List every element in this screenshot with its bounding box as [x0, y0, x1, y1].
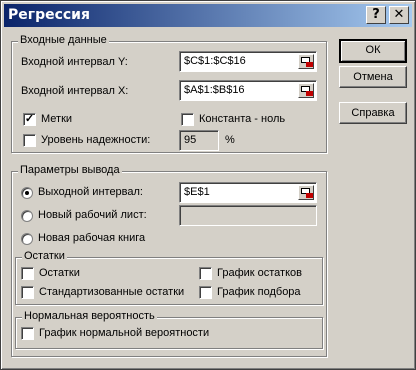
ok-button[interactable]: ОК [339, 39, 407, 63]
line-fit-plots-checkbox[interactable] [199, 286, 212, 299]
y-range-label: Входной интервал Y: [21, 56, 128, 68]
standardized-residuals-checkbox[interactable] [21, 286, 34, 299]
output-range-radio[interactable] [21, 187, 33, 199]
window-title: Регрессия [8, 7, 90, 23]
normal-probability-group-title: Нормальная вероятность [22, 310, 157, 322]
residual-plots-checkbox[interactable] [199, 267, 212, 280]
output-group-title: Параметры вывода [18, 164, 122, 176]
standardized-residuals-label: Стандартизованные остатки [39, 286, 185, 298]
new-workbook-radio[interactable] [21, 233, 33, 245]
y-range-value: $C$1:$C$16 [184, 55, 246, 67]
constant-zero-label: Константа - ноль [199, 113, 286, 125]
labels-checkbox[interactable]: ✓ [23, 113, 36, 126]
new-sheet-input[interactable] [179, 205, 317, 226]
residuals-checkbox[interactable] [21, 267, 34, 280]
confidence-level-value: 95 [184, 134, 197, 146]
line-fit-plots-label: График подбора [217, 286, 301, 298]
residuals-group-title: Остатки [22, 250, 67, 262]
confidence-level-input[interactable]: 95 [179, 130, 219, 151]
output-range-label: Выходной интервал: [38, 186, 143, 198]
residual-plots-label: График остатков [217, 267, 302, 279]
confidence-level-checkbox[interactable] [23, 134, 36, 147]
new-workbook-label: Новая рабочая книга [38, 232, 146, 244]
collapse-range-icon[interactable] [298, 185, 314, 200]
cancel-button[interactable]: Отмена [339, 66, 407, 88]
normal-probability-plot-label: График нормальной вероятности [39, 327, 210, 339]
close-icon[interactable]: ✕ [389, 6, 409, 24]
normal-probability-plot-checkbox[interactable] [21, 327, 34, 340]
constant-zero-checkbox[interactable] [181, 113, 194, 126]
collapse-range-icon[interactable] [298, 83, 314, 98]
labels-checkbox-label: Метки [41, 113, 73, 125]
confidence-unit: % [225, 134, 235, 146]
x-range-label: Входной интервал X: [21, 85, 129, 97]
help-icon[interactable]: ? [366, 6, 386, 24]
help-button[interactable]: Справка [339, 102, 407, 124]
output-range-input[interactable]: $E$1 [179, 182, 317, 203]
regression-dialog: Регрессия ? ✕ Входные данные Входной инт… [0, 0, 416, 370]
new-sheet-label: Новый рабочий лист: [38, 209, 147, 221]
input-group-title: Входные данные [18, 34, 109, 46]
y-range-input[interactable]: $C$1:$C$16 [179, 51, 317, 72]
output-range-value: $E$1 [184, 186, 210, 198]
new-sheet-radio[interactable] [21, 210, 33, 222]
collapse-range-icon[interactable] [298, 54, 314, 69]
x-range-value: $A$1:$B$16 [184, 84, 245, 96]
title-bar: Регрессия ? ✕ [4, 4, 412, 27]
confidence-level-label: Уровень надежности: [41, 134, 151, 146]
x-range-input[interactable]: $A$1:$B$16 [179, 80, 317, 101]
residuals-label: Остатки [39, 267, 80, 279]
